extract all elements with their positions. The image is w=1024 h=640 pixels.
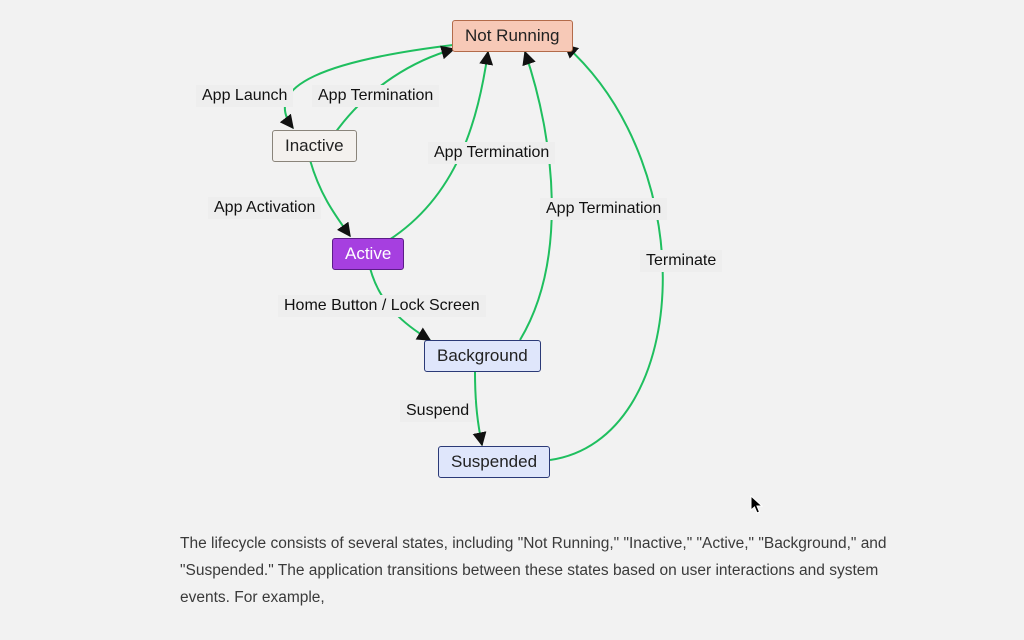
edge-label-app-termination-1: App Termination: [312, 85, 439, 107]
state-not-running: Not Running: [452, 20, 573, 52]
state-background: Background: [424, 340, 541, 372]
edge-label-home-lock: Home Button / Lock Screen: [278, 295, 486, 317]
state-inactive: Inactive: [272, 130, 357, 162]
state-active: Active: [332, 238, 404, 270]
edge-label-app-activation: App Activation: [208, 197, 321, 219]
edge-label-app-termination-2: App Termination: [428, 142, 555, 164]
edge-label-suspend: Suspend: [400, 400, 475, 422]
state-suspended: Suspended: [438, 446, 550, 478]
edge-label-terminate: Terminate: [640, 250, 722, 272]
edge-label-app-launch: App Launch: [196, 85, 293, 107]
cursor-icon: [750, 495, 764, 515]
caption-text: The lifecycle consists of several states…: [180, 530, 900, 611]
edge-label-app-termination-3: App Termination: [540, 198, 667, 220]
